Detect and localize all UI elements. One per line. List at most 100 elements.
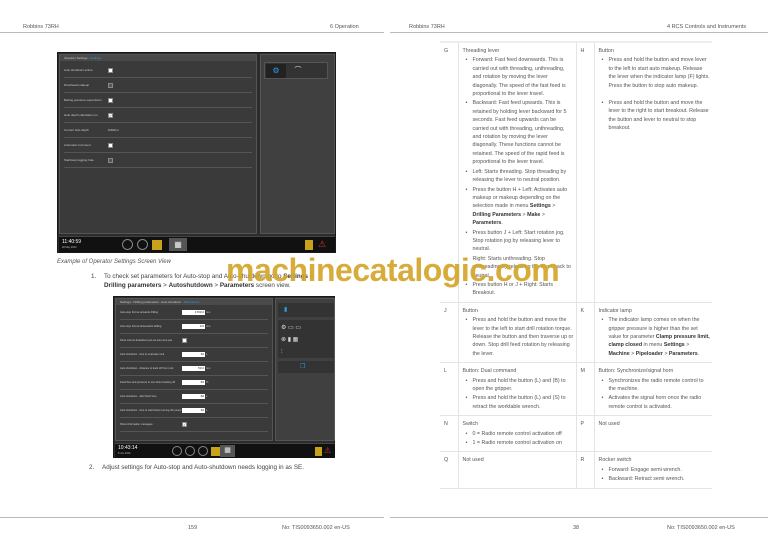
list-item: Press the button H + Left: Activates aut… — [463, 186, 574, 228]
checkbox-checked[interactable]: ✓ — [182, 422, 187, 427]
table-row: J Button Press and hold the button and mo… — [440, 302, 712, 364]
lock-tab-icon[interactable]: ▮ — [278, 303, 334, 317]
doc-number-left: No: TIS0093650.002 en-US — [282, 525, 350, 531]
list-item: Press and hold the button and move lever… — [599, 56, 711, 90]
gauge-icon[interactable] — [185, 446, 195, 456]
description: Button Press and hold the button and mov… — [594, 40, 712, 303]
parameter-label: Auto-stop limit at upwards drilling — [120, 311, 159, 314]
parameter-row: Feed flow and pressure to use when backi… — [120, 376, 268, 390]
gauge-icon[interactable] — [198, 446, 208, 456]
item-title: Not used — [462, 457, 484, 464]
list-item: Left: Starts threading. Stop threading b… — [463, 168, 574, 185]
description: Button: Synchronize/signal horn Synchroni… — [594, 362, 712, 417]
function-icons[interactable]: ⚙ ▭ ▭ ⊗ ▮ ▦ ⫶ — [278, 320, 334, 358]
table-row: L Button: Dual command Press and hold the… — [440, 362, 712, 417]
setting-label: Hole depth calculation on — [64, 113, 98, 117]
parameter-input[interactable]: 50.0 — [182, 366, 205, 371]
key-label: K — [576, 302, 595, 364]
layers-icon[interactable] — [211, 447, 220, 456]
menu-settings: Settings — [529, 203, 551, 210]
drill-mode-icon[interactable]: ⚙ — [266, 64, 286, 78]
list-item: Press button J + Left: Start rotation jo… — [463, 229, 574, 254]
description: Not used — [458, 451, 577, 489]
list-item: 1 = Radio remote control activation on — [463, 439, 574, 448]
curve-icon[interactable]: ⌒ — [288, 64, 308, 78]
checkbox[interactable] — [108, 142, 113, 148]
list-item: Press and hold the button and move the l… — [599, 99, 711, 133]
clock: 10:43:14 8 Jun 2020 — [118, 446, 137, 456]
grid-icon[interactable] — [305, 240, 313, 250]
parameter-input[interactable]: 30 — [182, 352, 205, 357]
refresh-icon[interactable] — [172, 446, 182, 456]
parameter-label: Auto shutdown - distance to back off fro… — [120, 367, 174, 370]
warning-icon[interactable]: ⚠ — [318, 239, 326, 249]
header-divider — [390, 32, 768, 33]
copy-icon[interactable]: ❐ — [278, 361, 334, 373]
menu-make: Make — [527, 211, 541, 218]
list-item: Forward: Fast feed downwards. This is ca… — [463, 56, 574, 98]
parameter-label: Feed flow and pressure to use when backi… — [120, 381, 176, 384]
page-number-right: 38 — [573, 525, 580, 531]
parameter-label: Auto shutdown - after flush time — [120, 395, 157, 398]
checkbox[interactable] — [108, 82, 113, 88]
sep: > — [540, 211, 545, 218]
parameter-row: Auto shutdown - time to wait before turn… — [120, 404, 268, 418]
description: Button Press and hold the button and move… — [458, 302, 577, 364]
parameter-row: Auto shutdown - time to evacuate rock 30 s — [120, 348, 268, 362]
checkbox[interactable] — [108, 97, 113, 103]
checkbox[interactable] — [108, 157, 113, 163]
list-item: The indicator lamp comes on when the gri… — [599, 316, 711, 358]
menu-drilling-parameters: Drilling parameters — [104, 282, 162, 289]
parameter-input[interactable]: 30 — [182, 408, 205, 413]
step-number: 2. — [89, 464, 95, 471]
parameter-input[interactable]: 1700.0 — [182, 310, 205, 315]
mode-buttons: ⚙ ⌒ — [264, 62, 328, 79]
page-number-left: 159 — [188, 525, 198, 531]
parameter-input[interactable]: 50 — [182, 380, 205, 385]
setting-label: Start/stop logging hole — [64, 158, 94, 162]
panel-title: Operator Settings - Settings — [60, 55, 256, 61]
item-title: Button: Synchronize/signal horn — [598, 368, 674, 375]
layers-icon[interactable] — [152, 240, 162, 250]
grid-icon[interactable] — [315, 447, 322, 456]
settings-panel: Operator Settings - Settings Auto shutdo… — [59, 54, 257, 234]
parameter-label: Auto shutdown - time to wait before turn… — [120, 409, 182, 412]
list-item: Backward: Fast feed upwards. This is ret… — [463, 99, 574, 166]
status-bar: 10:43:14 8 Jun 2020 ▦ ⚠ — [115, 443, 335, 458]
refresh-icon[interactable] — [122, 239, 133, 250]
item-title: Not used — [598, 421, 620, 428]
sep: > — [161, 282, 169, 289]
parameter-input[interactable]: 0.0 — [182, 324, 205, 329]
checkbox[interactable] — [182, 338, 187, 343]
checkbox-checked[interactable]: ✓ — [108, 112, 113, 118]
keypad-icon[interactable]: ▦ — [220, 445, 235, 457]
menu-settings: Settings — [663, 342, 685, 349]
item-title: Button — [462, 307, 478, 314]
hole-depth-value: 0.000 m — [108, 128, 119, 132]
item-title: Switch — [462, 421, 479, 428]
parameter-row: Auto-stop limit at downwards drilling 0.0… — [120, 320, 268, 334]
keypad-icon[interactable]: ▦ — [169, 238, 187, 251]
description: Rocker switch Forward: Engage semi wrench… — [594, 451, 712, 489]
header-section-left: 6 Operation — [330, 24, 359, 30]
parameter-label: Auto-stop limit at downwards drilling — [120, 325, 162, 328]
key-label: M — [576, 362, 595, 417]
setting-label: Bolting pressure supervision — [64, 98, 102, 102]
list-item: Press and hold the button (L) and (B) to… — [463, 377, 574, 394]
parameter-label: Show information messages — [120, 423, 153, 426]
setting-row: Bolting pressure supervision — [64, 93, 252, 108]
parameter-input[interactable]: 60 — [182, 394, 205, 399]
side-panel: ▮ ⚙ ▭ ▭ ⊗ ▮ ▦ ⫶ ❐ — [275, 298, 335, 441]
description: Button: Dual command Press and hold the b… — [458, 362, 577, 417]
gauge-icon[interactable] — [137, 239, 148, 250]
key-label: H — [576, 40, 595, 303]
checkbox[interactable] — [108, 67, 113, 73]
clock-date: 8 Jun 2020 — [118, 452, 131, 455]
list-item: Activates the signal horn once the radio… — [599, 394, 711, 411]
item-title: Button — [598, 48, 614, 54]
parameter-label: Store current drawdown pos as auto stop … — [120, 339, 173, 342]
clock: 11:40:59 28 May 2020 — [62, 240, 81, 250]
header-section-right: 4 RCS Controls and Instruments — [667, 24, 747, 30]
clock-date: 28 May 2020 — [62, 246, 77, 249]
warning-icon[interactable]: ⚠ — [324, 446, 331, 455]
